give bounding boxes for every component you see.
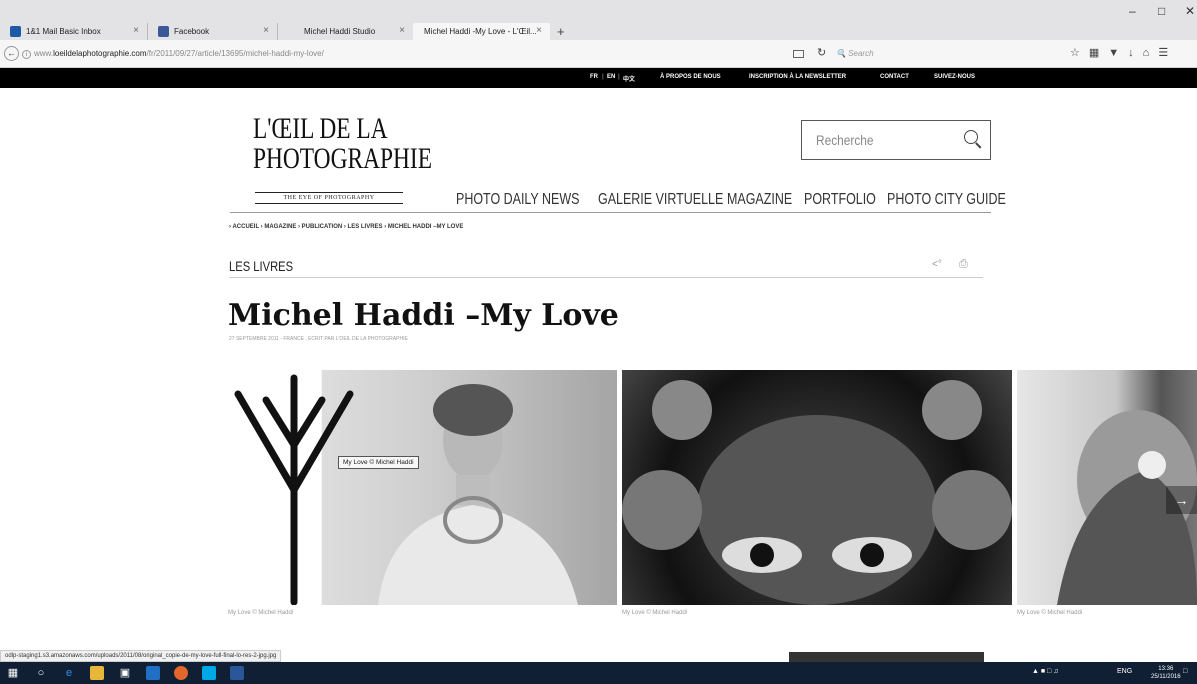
reader-view-icon[interactable] [793, 50, 804, 58]
nav-photo-city-guide[interactable]: PHOTO CITY GUIDE [887, 191, 1006, 209]
back-arrow-icon[interactable]: ← [4, 46, 19, 61]
rune-symbol [234, 374, 578, 605]
newsletter-link[interactable]: INSCRIPTION À LA NEWSLETTER [749, 74, 846, 80]
site-logo[interactable]: L'ŒIL DE LA PHOTOGRAPHIE THE EYE OF PHOT… [253, 114, 482, 204]
store-icon[interactable]: ▣ [118, 666, 132, 680]
windows-taskbar: ▦ ○ e ▣ ▲ ■ □ ♫ ENG 13:36 25/11/2016 □ [0, 662, 1197, 684]
facebook-icon [158, 26, 169, 37]
edge-browser-icon[interactable]: e [62, 666, 76, 680]
close-tab-icon[interactable]: × [263, 25, 269, 36]
navigation-toolbar: ← i www.loeildelaphotographie.com/fr/2011… [0, 40, 1197, 68]
breadcrumb[interactable]: › ACCUEIL › MAGAZINE › PUBLICATION › LES… [229, 224, 463, 230]
dark-panel [789, 652, 984, 662]
file-explorer-icon[interactable] [90, 666, 104, 680]
status-bar-url: odlp-staging1.s3.amazonaws.com/uploads/2… [0, 650, 282, 662]
follow-link[interactable]: SUIVEZ-NOUS [934, 74, 975, 80]
tab-haddi-studio[interactable]: Michel Haddi Studio × [278, 23, 413, 40]
address-bar[interactable]: i www.loeildelaphotographie.com/fr/2011/0… [22, 45, 782, 62]
section-divider [229, 277, 983, 278]
menu-icon[interactable]: ☰ [1158, 47, 1177, 59]
contact-link[interactable]: CONTACT [880, 74, 909, 80]
windows-start-icon[interactable]: ▦ [6, 666, 20, 680]
system-clock[interactable]: 13:36 25/11/2016 [1151, 665, 1181, 681]
home-icon[interactable]: ⌂ [1143, 47, 1159, 59]
tab-mail[interactable]: 1&1 Mail Basic Inbox × [0, 23, 148, 40]
section-title[interactable]: LES LIVRES [229, 258, 293, 274]
image-caption-1: My Love © Michel Haddi [228, 610, 294, 616]
lang-en-link[interactable]: EN [607, 74, 615, 80]
page-icon [288, 26, 299, 37]
logo-tagline: THE EYE OF PHOTOGRAPHY [255, 192, 403, 204]
tab-facebook[interactable]: Facebook × [148, 23, 278, 40]
minimize-button[interactable]: – [1129, 4, 1136, 18]
close-tab-icon[interactable]: × [133, 25, 139, 36]
info-icon[interactable]: i [22, 50, 31, 59]
skype-icon[interactable] [202, 666, 216, 680]
nav-magazine[interactable]: MAGAZINE [727, 191, 792, 209]
browser-search-input[interactable]: 🔍 Search [836, 46, 956, 62]
download-icon[interactable]: ↓ [1128, 47, 1143, 59]
nav-galerie-virtuelle[interactable]: GALERIE VIRTUELLE [598, 191, 723, 209]
print-icon[interactable]: ⎙ [959, 258, 968, 271]
next-arrow-icon[interactable]: → [1166, 486, 1197, 514]
gallery-image-1[interactable] [228, 370, 617, 605]
lang-fr-link[interactable]: FR [590, 74, 598, 80]
notification-icons[interactable]: ▲ ■ □ ♫ [1032, 668, 1058, 675]
pocket-icon[interactable]: ▼ [1108, 47, 1128, 59]
close-tab-icon[interactable]: × [536, 25, 542, 36]
image-tooltip: My Love © Michel Haddi [338, 456, 419, 469]
gallery-image-2[interactable] [622, 370, 1012, 605]
language-indicator[interactable]: ENG [1117, 668, 1132, 675]
action-center-icon[interactable]: □ [1183, 668, 1187, 675]
word-icon[interactable] [230, 666, 244, 680]
share-icon[interactable]: <° [932, 259, 942, 270]
nav-divider [230, 212, 991, 213]
lang-zh-link[interactable]: 中文 [623, 74, 635, 83]
nav-photo-daily-news[interactable]: PHOTO DAILY NEWS [456, 191, 579, 209]
toolbar-icons: ☆▦▼↓⌂☰ [1070, 46, 1177, 59]
image-caption-3: My Love © Michel Haddi [1017, 610, 1083, 616]
nav-portfolio[interactable]: PORTFOLIO [804, 191, 876, 209]
tab-strip: 1&1 Mail Basic Inbox × Facebook × Michel… [0, 0, 1197, 40]
library-icon[interactable]: ▦ [1089, 47, 1108, 59]
tab-active-article[interactable]: Michel Haddi -My Love - L'Œil... × [413, 23, 550, 40]
firefox-icon[interactable] [174, 666, 188, 680]
outlook-icon[interactable] [146, 666, 160, 680]
browser-window: 1&1 Mail Basic Inbox × Facebook × Michel… [0, 0, 1197, 684]
mail-icon [10, 26, 21, 37]
search-icon[interactable] [964, 130, 978, 144]
site-top-bar: FR | EN | 中文 À PROPOS DE NOUS INSCRIPTIO… [0, 68, 1197, 88]
new-tab-button[interactable]: + [557, 24, 565, 39]
maximize-button[interactable]: □ [1158, 4, 1165, 18]
site-search-input[interactable]: Recherche [801, 120, 991, 160]
about-link[interactable]: À PROPOS DE NOUS [660, 74, 721, 80]
article-meta: 27 SEPTEMBRE 2011 - FRANCE , ECRIT PAR L… [229, 336, 408, 342]
close-tab-icon[interactable]: × [399, 25, 405, 36]
reload-icon[interactable]: ↻ [817, 46, 826, 59]
face-artwork [622, 380, 1012, 605]
bookmark-star-icon[interactable]: ☆ [1070, 47, 1089, 59]
article-title: Michel Haddi –My Love [228, 298, 619, 333]
close-window-button[interactable]: ✕ [1185, 4, 1195, 18]
cortana-icon[interactable]: ○ [34, 666, 48, 680]
image-caption-2: My Love © Michel Haddi [622, 610, 688, 616]
